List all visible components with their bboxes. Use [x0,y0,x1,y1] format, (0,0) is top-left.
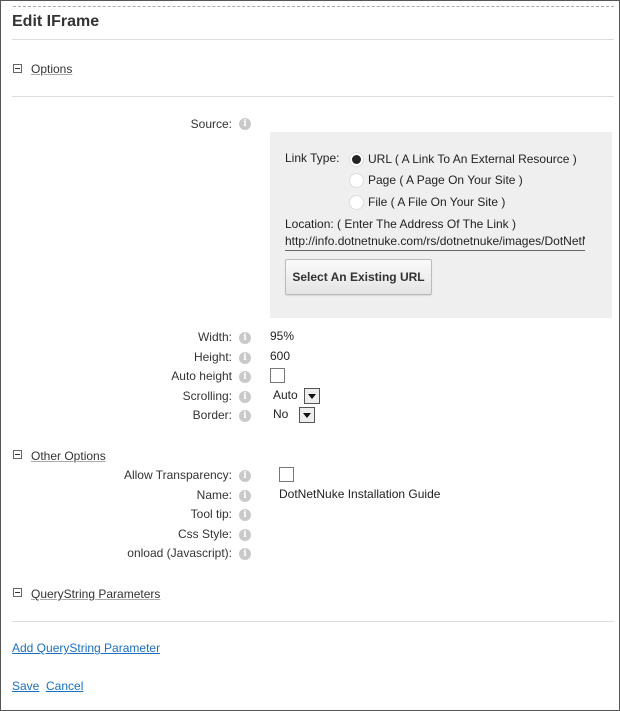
section-querystring[interactable]: QueryString Parameters [31,587,160,601]
height-value[interactable]: 600 [270,349,290,363]
radio-file-label[interactable]: File ( A File On Your Site ) [368,195,505,209]
auto-height-label: Auto height [171,369,232,383]
info-icon[interactable]: i [239,410,251,422]
info-icon[interactable]: i [239,529,251,541]
querystring-divider [12,621,614,622]
auto-height-checkbox[interactable] [270,368,285,383]
transparency-label: Allow Transparency: [123,468,232,482]
border-label: Border: [192,408,232,422]
info-icon[interactable]: i [239,332,251,344]
transparency-checkbox[interactable] [279,467,294,482]
link-type-label: Link Type: [285,151,340,165]
width-value[interactable]: 95% [270,329,294,343]
info-icon[interactable]: i [239,371,251,383]
css-style-label: Css Style: [177,527,232,541]
select-existing-url-button[interactable]: Select An Existing URL [285,259,432,295]
radio-file[interactable] [349,195,364,210]
url-input[interactable]: http://info.dotnetnuke.com/rs/dotnetnuke… [285,234,585,251]
border-select-value: No [273,407,289,421]
cancel-link[interactable]: Cancel [46,679,83,693]
scrolling-select[interactable]: Auto [273,388,321,404]
onload-label: onload (Javascript): [127,546,232,560]
width-label: Width: [197,330,232,344]
info-icon[interactable]: i [239,509,251,521]
chevron-down-icon[interactable] [304,388,320,404]
info-icon[interactable]: i [239,352,251,364]
add-querystring-link[interactable]: Add QueryString Parameter [12,641,160,655]
section-other-options[interactable]: Other Options [31,449,106,463]
chevron-down-icon[interactable] [299,407,315,423]
info-icon[interactable]: i [239,548,251,560]
info-icon[interactable]: i [239,470,251,482]
section-options[interactable]: Options [31,62,72,76]
radio-page[interactable] [349,173,364,188]
name-value[interactable]: DotNetNuke Installation Guide [279,487,440,501]
name-label: Name: [196,488,232,502]
info-icon[interactable]: i [239,118,251,130]
collapse-querystring-icon[interactable] [13,588,22,597]
source-label: Source: [190,117,232,131]
location-label: Location: ( Enter The Address Of The Lin… [285,217,517,231]
scrolling-label: Scrolling: [182,389,232,403]
info-icon[interactable]: i [239,490,251,502]
save-link[interactable]: Save [12,679,39,693]
radio-url-label[interactable]: URL ( A Link To An External Resource ) [368,152,577,166]
radio-page-label[interactable]: Page ( A Page On Your Site ) [368,173,523,187]
window-frame [0,0,620,711]
tooltip-label: Tool tip: [190,507,232,521]
radio-url[interactable] [349,152,364,167]
collapse-options-icon[interactable] [13,64,22,73]
info-icon[interactable]: i [239,391,251,403]
border-select[interactable]: No [273,407,316,423]
scrolling-select-value: Auto [273,388,298,402]
options-divider [12,96,614,97]
collapse-other-options-icon[interactable] [13,450,22,459]
top-divider [13,6,614,7]
height-label: Height: [193,350,232,364]
page-title: Edit IFrame [12,13,100,30]
title-divider [12,39,614,40]
